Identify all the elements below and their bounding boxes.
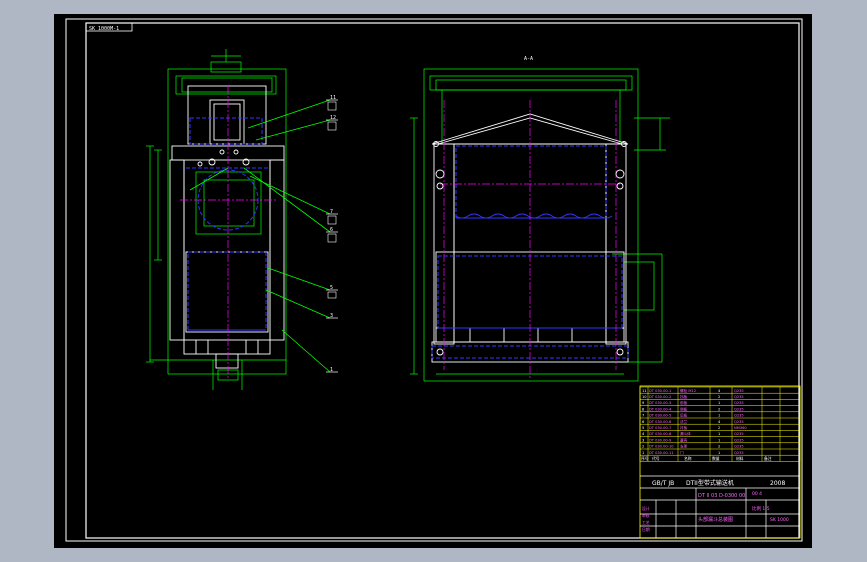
table-cell: 后板: [680, 413, 688, 418]
table-cell: DT 030.00-7: [649, 426, 671, 430]
table-cell: Q235: [734, 432, 744, 436]
header-cell: 备注: [764, 456, 772, 461]
table-cell: Q235: [734, 407, 744, 411]
table-cell: DT 030.00-9: [649, 438, 672, 442]
note-label: 审核: [642, 513, 650, 518]
row-index: 7: [642, 414, 644, 418]
note-label: 工艺: [642, 520, 650, 525]
table-cell: 门: [680, 450, 684, 455]
table-cell: DT 030.00-5: [649, 414, 671, 418]
table-cell: Q235: [734, 389, 744, 393]
table-cell: NM360: [734, 426, 747, 430]
table-cell: Q235: [734, 445, 744, 449]
table-cell: 前板: [680, 400, 688, 405]
header-cell: 材料: [736, 456, 744, 461]
svg-text:12: 12: [330, 115, 336, 121]
table-cell: Q235: [734, 420, 744, 424]
table-cell: 支架: [680, 444, 688, 449]
table-cell: DT 030.00-11: [649, 451, 674, 455]
table-cell: Q235: [734, 401, 744, 405]
corner-label: SK 1000M-1: [89, 26, 119, 32]
table-cell: 2: [718, 445, 720, 449]
table-cell: Q235: [734, 414, 744, 418]
table-cell: 法兰: [680, 419, 688, 424]
title-scale: 比例 1:5: [752, 505, 770, 512]
table-cell: DT 030.00-8: [649, 432, 672, 436]
svg-text:5: 5: [330, 285, 333, 291]
table-cell: 罩壳: [680, 437, 688, 442]
row-index: 10: [642, 395, 647, 399]
title-part-name: 头部漏斗总装图: [698, 516, 733, 523]
table-cell: DT 030.00-3: [649, 401, 671, 405]
table-cell: DT 030.00-2: [649, 395, 671, 399]
table-cell: 1: [718, 432, 720, 436]
header-cell: 序号: [641, 456, 649, 461]
title-product: DTII型带式输送机: [686, 479, 734, 487]
svg-text:11: 11: [330, 95, 336, 101]
row-index: 2: [642, 445, 644, 449]
table-cell: 漏斗体: [680, 431, 691, 436]
note-label: 设计: [642, 506, 650, 511]
svg-text:1: 1: [330, 367, 333, 373]
header-cell: 名称: [684, 456, 692, 461]
table-cell: DT 030.00-1: [649, 389, 671, 393]
header-cell: 代号: [652, 456, 660, 461]
svg-text:3: 3: [330, 313, 333, 319]
table-cell: 2: [718, 426, 720, 430]
table-cell: Q235: [734, 395, 744, 399]
title-standard: GB/T JB: [652, 480, 674, 487]
table-cell: 挡板: [680, 394, 688, 399]
table-cell: 2: [718, 407, 720, 411]
table-cell: DT 030.00-10: [649, 445, 674, 449]
table-cell: 1: [718, 451, 720, 455]
table-cell: 侧板: [680, 406, 688, 411]
svg-text:6: 6: [330, 227, 333, 233]
table-cell: 衬板: [680, 425, 688, 430]
row-index: 5: [642, 426, 644, 430]
table-cell: 1: [718, 414, 720, 418]
svg-text:7: 7: [330, 209, 333, 215]
title-year: 2008: [770, 480, 785, 487]
title-company: SK 1000: [770, 517, 789, 523]
row-index: 3: [642, 438, 644, 442]
table-cell: 1: [718, 438, 720, 442]
row-index: 11: [642, 389, 647, 393]
table-cell: Q235: [734, 451, 744, 455]
cad-drawing-canvas: SK 1000M-1 11 12 7 6 5 3 1 A-A DT 030.00…: [0, 0, 867, 562]
table-cell: 2: [718, 395, 720, 399]
table-cell: 1: [718, 401, 720, 405]
section-label: A-A: [524, 56, 533, 62]
note-label: 日期: [642, 527, 650, 532]
table-cell: 螺栓 M12: [680, 388, 696, 393]
header-cell: 数量: [712, 456, 720, 461]
title-drawing-no: DT II 03 D-0300 00: [698, 493, 745, 499]
title-weight: 00 4: [752, 491, 762, 497]
table-cell: DT 030.00-4: [649, 407, 672, 411]
table-cell: DT 030.00-6: [649, 420, 672, 424]
row-index: 1: [642, 451, 644, 455]
table-cell: Q235: [734, 438, 744, 442]
